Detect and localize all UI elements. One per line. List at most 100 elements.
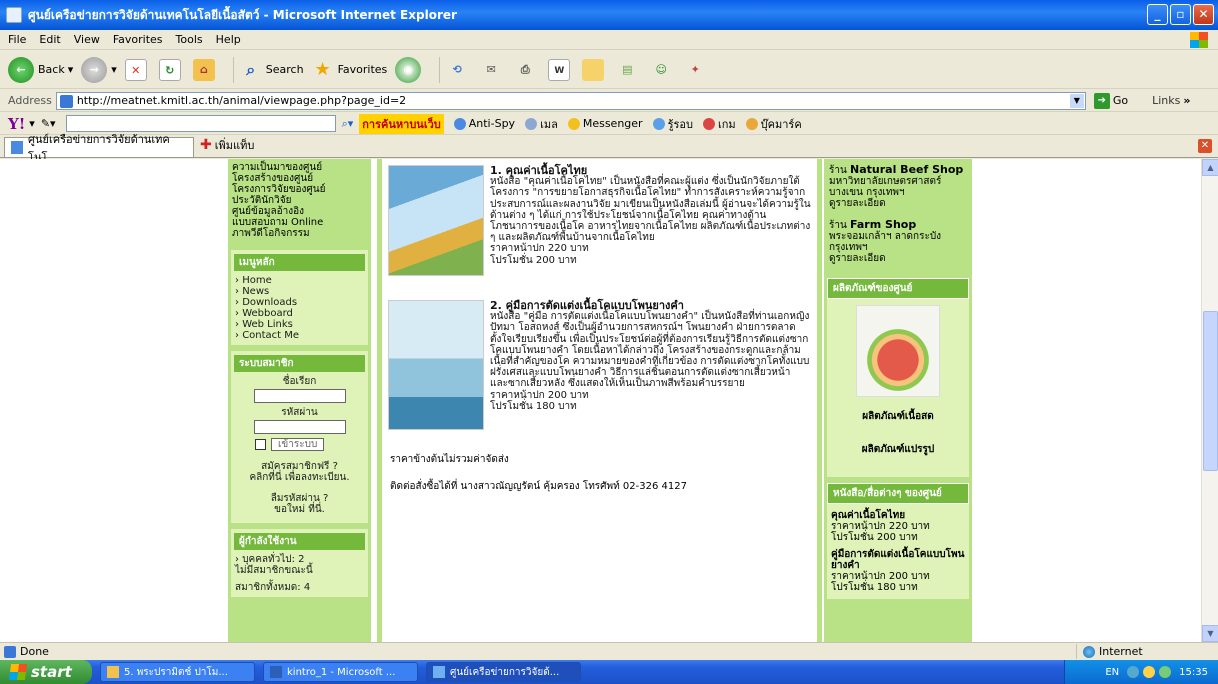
volume-icon[interactable] — [1143, 666, 1156, 678]
taskbar-item[interactable]: ศูนย์เครือข่ายการวิจัยด้... — [426, 662, 581, 682]
fresh-product-link[interactable]: ผลิตภัณฑ์เนื้อสด — [831, 411, 965, 422]
remember-checkbox[interactable] — [255, 439, 266, 450]
forward-button[interactable]: → ▾ — [81, 56, 117, 83]
video-link[interactable]: ภาพวีดีโอกิจกรรม — [232, 228, 367, 239]
media-book: คุณค่าเนื้อโคไทย ราคาหน้าปก 220 บาท โปรโ… — [831, 510, 965, 543]
projects-link[interactable]: โครงการวิจัยของศูนย์ — [232, 184, 367, 195]
go-button[interactable]: ➔ Go — [1093, 92, 1129, 109]
search-icon: ⌕ — [246, 59, 256, 79]
about-link[interactable]: ความเป็นมาของศูนย์ — [232, 162, 367, 173]
back-button[interactable]: ← Back ▾ — [8, 56, 73, 83]
messenger-label: Messenger — [582, 117, 643, 130]
username-input[interactable] — [253, 389, 346, 403]
favorites-button[interactable]: ★ Favorites — [312, 59, 388, 81]
home-button[interactable]: ⌂ — [192, 58, 219, 81]
bookmarks-menu-button[interactable]: บุ๊คมาร์ค — [745, 115, 802, 133]
scroll-thumb[interactable] — [1203, 311, 1218, 471]
mail-menu-button[interactable]: เมล — [525, 115, 558, 133]
shop-detail-link[interactable]: ดูรายละเอียด — [829, 198, 967, 209]
search-icon[interactable]: ⌕▾ — [342, 117, 354, 131]
address-input[interactable]: http://meatnet.kmitl.ac.th/animal/viewpa… — [55, 91, 1086, 110]
product-image[interactable] — [856, 305, 940, 397]
processed-product-link[interactable]: ผลิตภัณฑ์แปรรูป — [831, 444, 965, 455]
network-icon[interactable] — [1127, 666, 1140, 678]
messenger-menu-button[interactable]: Messenger — [567, 117, 643, 130]
chevron-down-icon[interactable]: ▼ — [1069, 93, 1084, 108]
games-label: เกม — [717, 117, 736, 131]
pencil-icon[interactable]: ✎▾ — [41, 117, 56, 130]
games-menu-button[interactable]: เกม — [702, 115, 736, 133]
research-icon: ▤ — [622, 62, 633, 76]
register-link[interactable]: สมัครสมาชิกฟรี ? คลิกที่นี่ เพื่อลงทะเบี… — [235, 461, 364, 483]
main-menu-box: เมนูหลัก › Home › News › Downloads › Web… — [231, 250, 368, 345]
security-icon[interactable] — [1159, 666, 1172, 678]
close-button[interactable]: ✕ — [1193, 4, 1214, 25]
shop-farm: ร้าน Farm Shop — [829, 219, 967, 231]
refresh-icon: ↻ — [158, 58, 181, 81]
shop-detail-link[interactable]: ดูรายละเอียด — [829, 253, 967, 264]
system-tray: EN 15:35 — [1064, 660, 1218, 684]
go-label: Go — [1112, 94, 1129, 107]
print-icon: ⎙ — [520, 62, 530, 76]
scroll-up-icon[interactable]: ▲ — [1202, 159, 1218, 176]
right-sidebar: ร้าน Natural Beef Shop มหาวิทยาลัยเกษตรศ… — [824, 159, 972, 642]
research-button[interactable]: ▤ — [616, 59, 642, 81]
menu-tools[interactable]: Tools — [176, 33, 203, 46]
mail-button[interactable]: ✉ — [480, 59, 506, 81]
maximize-button[interactable]: ▫ — [1170, 4, 1191, 25]
yahoo-logo-icon[interactable]: Y! — [8, 115, 25, 133]
close-tab-icon[interactable]: ✕ — [1198, 139, 1212, 153]
links-button[interactable]: Links — [1152, 94, 1180, 107]
member-box: ระบบสมาชิก ชื่อเรียก รหัสผ่าน เข้าระบบ ส… — [231, 351, 368, 523]
book-cover-image[interactable] — [388, 300, 484, 430]
search-button[interactable]: ⌕ Search — [240, 59, 303, 81]
book-cover-image[interactable] — [388, 165, 484, 276]
password-input[interactable] — [253, 420, 346, 434]
messenger-button[interactable]: ☺ — [650, 59, 676, 81]
reference-link[interactable]: ศูนย์ข้อมูลอ้างอิง — [232, 206, 367, 217]
vertical-scrollbar[interactable]: ▲ ▼ — [1201, 159, 1218, 642]
survey-link[interactable]: แบบสอบถาม Online — [232, 217, 367, 228]
book-promo: โปรโมชั่น 200 บาท — [490, 254, 577, 266]
web-search-button[interactable]: การค้นหาบนเว็บ — [359, 113, 444, 134]
chevron-down-icon[interactable]: ▾ — [29, 117, 35, 130]
news-menu-button[interactable]: รู้รอบ — [652, 115, 693, 133]
language-indicator[interactable]: EN — [1105, 667, 1119, 678]
history-button[interactable]: ⟲ — [446, 59, 472, 81]
menu-favorites[interactable]: Favorites — [113, 33, 163, 46]
taskbar-item[interactable]: 5. พระปรามิตช์ ปาโม... — [100, 662, 255, 682]
start-button[interactable]: start — [0, 660, 92, 684]
tab-bar: ศูนย์เครือข่ายการวิจัยด้านเทคโนโ... ✚ เพ… — [0, 133, 1218, 164]
ie-icon — [433, 666, 445, 678]
discuss-button[interactable] — [582, 58, 608, 81]
menu-downloads[interactable]: › Downloads — [235, 297, 364, 308]
media-book-title[interactable]: คุณค่าเนื้อโคไทย — [831, 510, 965, 521]
anti-spy-button[interactable]: Anti-Spy — [453, 117, 515, 130]
structure-link[interactable]: โครงสร้างของศูนย์ — [232, 173, 367, 184]
menu-edit[interactable]: Edit — [39, 33, 60, 46]
tab-active[interactable]: ศูนย์เครือข่ายการวิจัยด้านเทคโนโ... — [4, 133, 194, 164]
tools-button[interactable]: ✦ — [684, 59, 710, 81]
minimize-button[interactable]: _ — [1147, 4, 1168, 25]
menu-contact[interactable]: › Contact Me — [235, 330, 364, 341]
login-button[interactable]: เข้าระบบ — [271, 438, 325, 451]
stop-button[interactable]: ✕ — [124, 58, 151, 81]
edit-button[interactable]: W — [548, 58, 574, 81]
menu-weblinks[interactable]: › Web Links — [235, 319, 364, 330]
menu-help[interactable]: Help — [216, 33, 241, 46]
forgot-password-link[interactable]: ลืมรหัสผ่าน ? ขอใหม่ ที่นี่. — [235, 493, 364, 515]
about-links: ความเป็นมาของศูนย์ โครงสร้างของศูนย์ โคร… — [228, 159, 371, 247]
refresh-button[interactable]: ↻ — [158, 58, 185, 81]
print-button[interactable]: ⎙ — [514, 59, 540, 81]
taskbar-item[interactable]: kintro_1 - Microsoft ... — [263, 662, 418, 682]
menu-file[interactable]: File — [8, 33, 26, 46]
media-book-title[interactable]: คู่มือการตัดแต่งเนื้อโคแบบโพนยางคำ — [831, 549, 965, 571]
new-tab-button[interactable]: ✚ เพิ่มแท็บ — [200, 136, 254, 157]
menu-home[interactable]: › Home — [235, 275, 364, 286]
scroll-down-icon[interactable]: ▼ — [1202, 625, 1218, 642]
media-button[interactable]: ◉ — [395, 56, 425, 83]
researchers-link[interactable]: ประวัตินักวิจัย — [232, 195, 367, 206]
menu-news[interactable]: › News — [235, 286, 364, 297]
menu-webboard[interactable]: › Webboard — [235, 308, 364, 319]
menu-view[interactable]: View — [74, 33, 100, 46]
